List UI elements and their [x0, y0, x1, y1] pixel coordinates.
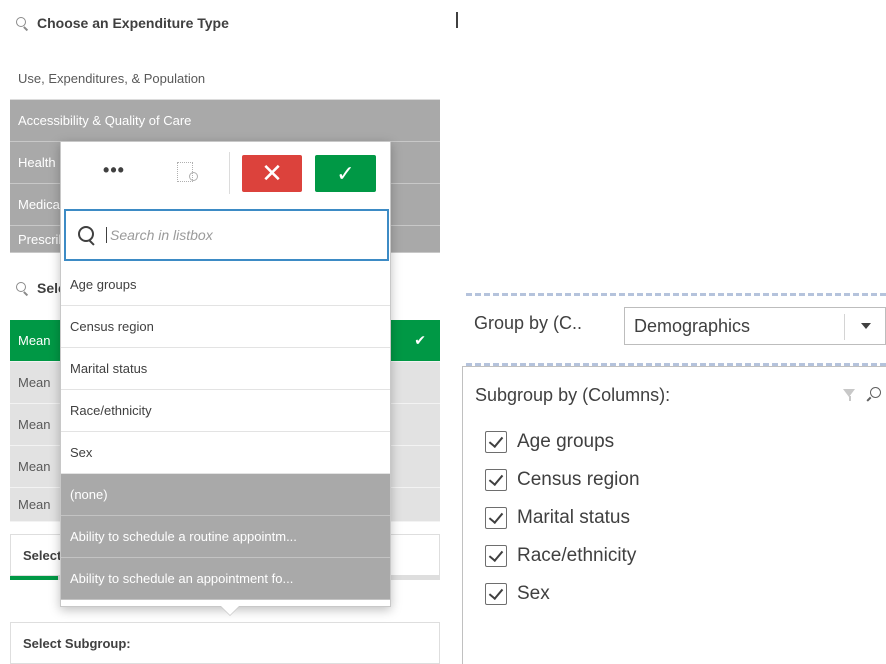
chevron-down-icon[interactable] — [861, 323, 871, 329]
selection-toolbar: ••• ✕ ✓ — [61, 142, 390, 206]
listbox-search-input[interactable] — [106, 227, 356, 243]
subgroup-panel: Subgroup by (Columns): Age groups Census… — [462, 366, 886, 664]
expenditure-type-header[interactable]: Choose an Expenditure Type — [16, 15, 229, 31]
checkbox-row[interactable]: Race/ethnicity — [485, 537, 640, 575]
checkbox-row[interactable]: Age groups — [485, 423, 640, 461]
checkbox-row[interactable]: Marital status — [485, 499, 640, 537]
checkbox-checked[interactable] — [485, 431, 507, 453]
checkbox-row[interactable]: Census region — [485, 461, 640, 499]
checkbox-checked[interactable] — [485, 583, 507, 605]
list-item[interactable]: Sex — [61, 432, 390, 474]
listbox-options: Age groups Census region Marital status … — [61, 264, 390, 600]
group-by-value: Demographics — [634, 315, 751, 336]
filter-panel: Choose an Expenditure Type Use, Expendit… — [0, 0, 450, 664]
filter-icon[interactable] — [843, 389, 856, 402]
checkbox-checked[interactable] — [485, 469, 507, 491]
list-item[interactable]: (none) — [61, 474, 390, 516]
listbox-search — [64, 209, 389, 261]
list-item[interactable]: Use, Expenditures, & Population — [10, 58, 440, 100]
checkbox-row[interactable]: Sex — [485, 575, 640, 613]
search-icon — [16, 281, 29, 295]
list-item[interactable]: Census region — [61, 306, 390, 348]
select-subgroup-dropdown[interactable]: Select Subgroup: — [10, 622, 440, 664]
checkbox-checked[interactable] — [485, 507, 507, 529]
list-item[interactable]: Ability to schedule an appointment fo... — [61, 558, 390, 600]
group-by-label: Group by (C.. — [474, 313, 583, 333]
cancel-selection-button[interactable]: ✕ — [242, 155, 302, 192]
more-options-button[interactable]: ••• — [99, 161, 129, 182]
search-icon[interactable] — [867, 387, 881, 401]
list-item[interactable]: Accessibility & Quality of Care — [10, 100, 440, 142]
list-item[interactable]: Age groups — [61, 264, 390, 306]
toolbar-divider — [229, 152, 230, 194]
listbox-popup: ••• ✕ ✓ Age groups Census region Marital… — [60, 141, 391, 615]
list-item[interactable]: Marital status — [61, 348, 390, 390]
search-icon — [16, 16, 29, 30]
lock-selection-icon[interactable] — [175, 160, 199, 184]
subgroup-checkbox-list: Age groups Census region Marital status … — [485, 423, 640, 613]
text-cursor — [456, 12, 458, 28]
confirm-selection-button[interactable]: ✓ — [315, 155, 376, 192]
select-divider — [844, 314, 845, 340]
expenditure-type-title: Choose an Expenditure Type — [37, 15, 229, 31]
search-icon — [78, 226, 96, 244]
list-item[interactable]: Race/ethnicity — [61, 390, 390, 432]
popup-pointer — [221, 606, 239, 615]
check-icon: ✔ — [414, 332, 426, 348]
checkbox-checked[interactable] — [485, 545, 507, 567]
subgroup-title: Subgroup by (Columns): — [475, 385, 671, 405]
drop-zone-border — [466, 293, 886, 296]
group-by-select[interactable]: Demographics — [624, 307, 886, 345]
list-item[interactable]: Ability to schedule a routine appointm..… — [61, 516, 390, 558]
